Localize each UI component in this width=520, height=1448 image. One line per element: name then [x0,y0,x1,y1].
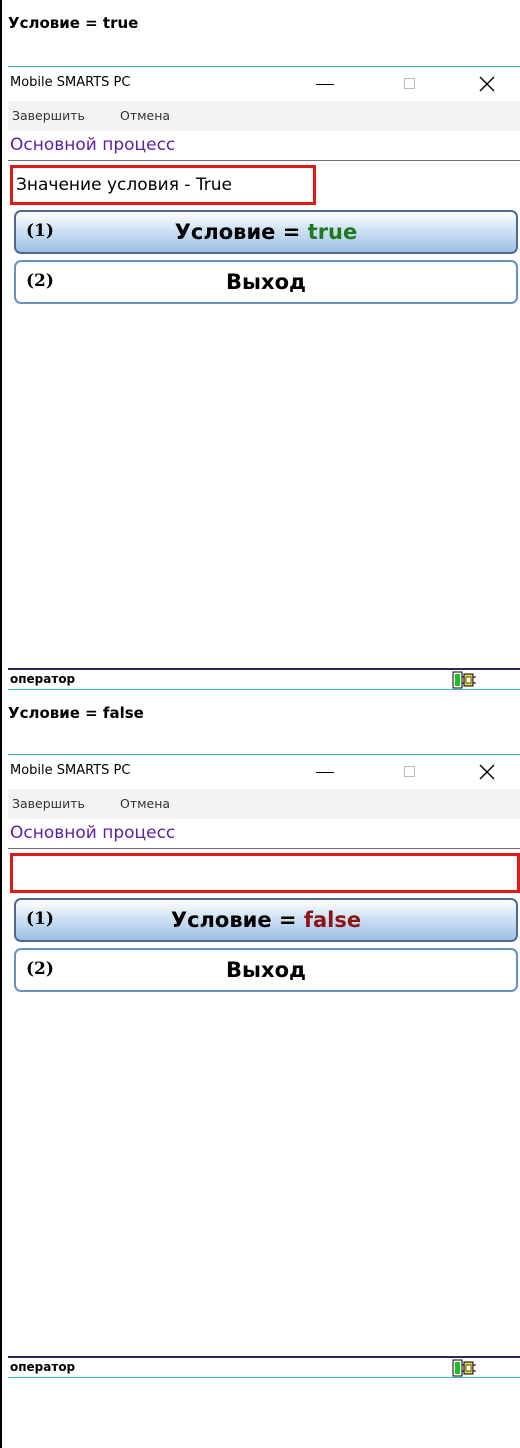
option-label-value: false [303,908,362,932]
maximize-icon [404,766,415,777]
maximize-icon [404,78,415,89]
status-bar: оператор [8,1356,520,1378]
app-window-false: Mobile SMARTS PC Завершить Отмена Основн… [8,754,520,1378]
close-icon [479,764,495,780]
battery-icon [452,671,476,689]
option-label: Условие = false [16,908,516,932]
option-label-prefix: Условие = [174,220,308,244]
option-label-prefix: Условие = [170,908,304,932]
minimize-icon [316,84,334,85]
close-button[interactable] [468,71,508,97]
close-button[interactable] [468,759,508,785]
status-bar: оператор [8,668,520,690]
app-window-true: Mobile SMARTS PC Завершить Отмена Основн… [8,66,520,690]
condition-value-box [10,853,520,893]
process-header: Основной процесс [8,131,520,161]
menu-finish[interactable]: Завершить [12,108,85,123]
process-title: Основной процесс [10,823,176,843]
option-label: Выход [226,270,306,294]
condition-value-text: Значение условия - True [16,175,232,195]
menu-option-condition[interactable]: (1) Условие = false [14,898,518,942]
maximize-button[interactable] [390,759,430,785]
minimize-icon [316,772,334,773]
menu-option-exit[interactable]: (2) Выход [14,948,518,992]
minimize-button[interactable] [304,71,344,97]
menu-cancel[interactable]: Отмена [120,796,170,811]
process-header: Основной процесс [8,819,520,849]
menu-bar: Завершить Отмена [8,789,520,819]
status-user: оператор [10,672,76,686]
left-border [0,0,2,1448]
title-bar: Mobile SMARTS PC [8,67,520,101]
menu-finish[interactable]: Завершить [12,796,85,811]
menu-cancel[interactable]: Отмена [120,108,170,123]
condition-value-box: Значение условия - True [10,165,316,205]
option-label: Условие = true [16,220,516,244]
menu-option-exit[interactable]: (2) Выход [14,260,518,304]
option-label: Выход [226,958,306,982]
close-icon [479,76,495,92]
status-user: оператор [10,1360,76,1374]
process-title: Основной процесс [10,135,176,155]
window-title: Mobile SMARTS PC [10,763,131,778]
menu-bar: Завершить Отмена [8,101,520,131]
title-bar: Mobile SMARTS PC [8,755,520,789]
minimize-button[interactable] [304,759,344,785]
option-label-value: true [307,220,358,244]
section-heading-true: Условие = true [8,14,139,32]
maximize-button[interactable] [390,71,430,97]
menu-option-condition[interactable]: (1) Условие = true [14,210,518,254]
section-heading-false: Условие = false [8,704,144,722]
battery-icon [452,1359,476,1377]
window-title: Mobile SMARTS PC [10,75,131,90]
